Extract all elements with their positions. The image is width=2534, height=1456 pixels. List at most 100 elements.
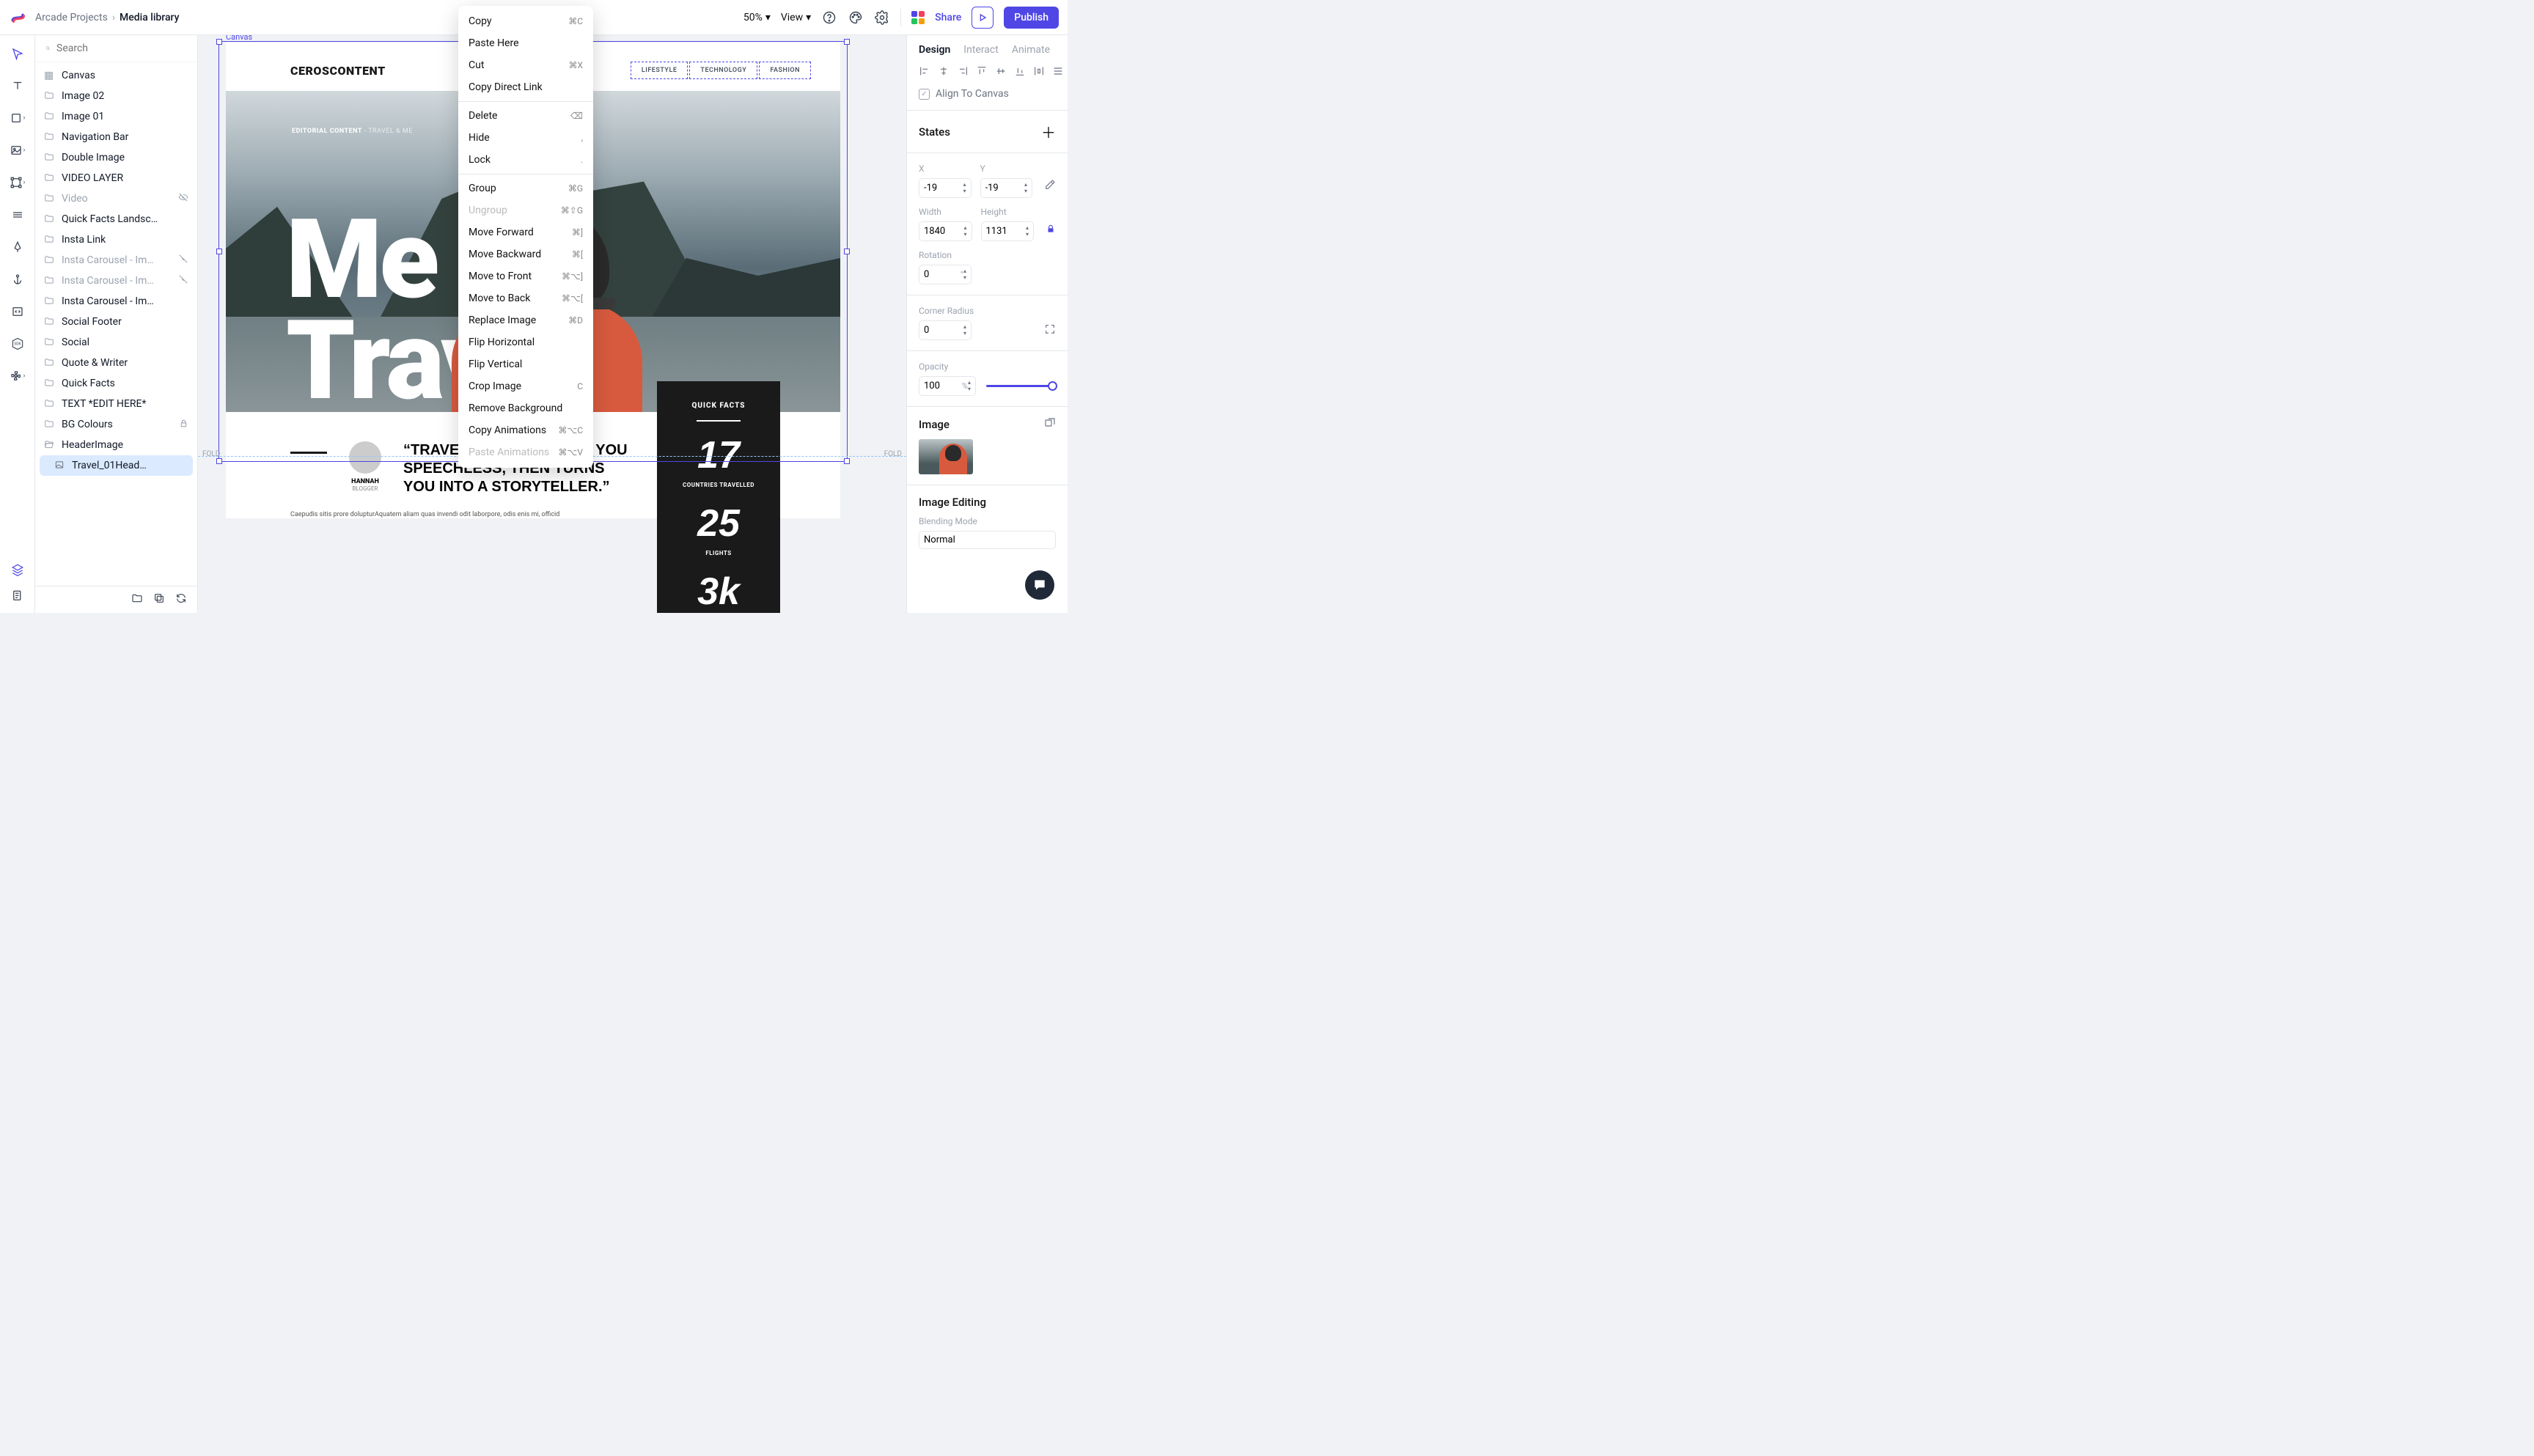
- share-button[interactable]: Share: [935, 12, 961, 23]
- breadcrumb-parent[interactable]: Arcade Projects: [35, 12, 108, 23]
- layers-panel-icon[interactable]: [10, 562, 26, 578]
- layer-item[interactable]: Insta Carousel - Im…: [35, 250, 197, 271]
- align-right-icon[interactable]: [957, 65, 969, 78]
- nav-pill[interactable]: FASHION: [759, 62, 811, 79]
- ctx-delete[interactable]: Delete⌫: [458, 105, 593, 127]
- ctx-crop[interactable]: Crop ImageC: [458, 375, 593, 397]
- layer-canvas[interactable]: ▦ Canvas: [35, 65, 197, 86]
- layer-item[interactable]: Navigation Bar: [35, 127, 197, 147]
- align-top-icon[interactable]: [976, 65, 988, 78]
- tab-interact[interactable]: Interact: [963, 44, 999, 56]
- anchor-tool-icon[interactable]: [10, 271, 26, 287]
- view-dropdown[interactable]: View▾: [781, 12, 811, 23]
- sync-icon[interactable]: [175, 592, 187, 607]
- y-input[interactable]: ▴▾: [980, 178, 1033, 198]
- ctx-group[interactable]: Group⌘G: [458, 177, 593, 199]
- hidden-icon[interactable]: [178, 274, 188, 287]
- text-tool-icon[interactable]: [10, 78, 26, 94]
- ctx-flip-h[interactable]: Flip Horizontal: [458, 331, 593, 353]
- help-icon[interactable]: [821, 10, 837, 26]
- apps-icon[interactable]: [911, 11, 925, 24]
- layer-item[interactable]: Quote & Writer: [35, 353, 197, 373]
- shape-tool-icon[interactable]: ›: [10, 110, 26, 126]
- palette-icon[interactable]: [848, 10, 864, 26]
- ctx-flip-v[interactable]: Flip Vertical: [458, 353, 593, 375]
- layer-item[interactable]: TEXT *EDIT HERE*: [35, 394, 197, 414]
- layer-item[interactable]: BG Colours: [35, 414, 197, 435]
- image-thumbnail[interactable]: [919, 439, 973, 474]
- ctx-copy-link[interactable]: Copy Direct Link: [458, 76, 593, 98]
- ctx-move-backward[interactable]: Move Backward⌘[: [458, 243, 593, 265]
- image-tool-icon[interactable]: ›: [10, 142, 26, 158]
- distribute-v-icon[interactable]: [1052, 65, 1064, 78]
- ctx-cut[interactable]: Cut⌘X: [458, 54, 593, 76]
- ctx-replace-image[interactable]: Replace Image⌘D: [458, 309, 593, 331]
- layer-item[interactable]: Insta Carousel - Im…: [35, 291, 197, 312]
- chat-bubble-icon[interactable]: [1025, 570, 1054, 600]
- breadcrumb-current[interactable]: Media library: [120, 12, 179, 23]
- opacity-slider[interactable]: [983, 378, 1056, 394]
- eyedropper-icon[interactable]: [1044, 179, 1056, 194]
- ctx-lock[interactable]: Lock.: [458, 149, 593, 171]
- sdk-tool-icon[interactable]: SDK: [10, 336, 26, 352]
- layer-item-selected[interactable]: Travel_01Head…: [40, 455, 193, 476]
- opacity-input[interactable]: %▴▾: [919, 376, 976, 396]
- layer-item[interactable]: Double Image: [35, 147, 197, 168]
- hidden-icon[interactable]: [178, 192, 188, 205]
- rotation-input[interactable]: °▴▾: [919, 265, 972, 284]
- zoom-control[interactable]: 50%▾: [743, 12, 771, 23]
- layer-item[interactable]: VIDEO LAYER: [35, 168, 197, 188]
- ctx-move-front[interactable]: Move to Front⌘⌥]: [458, 265, 593, 287]
- lines-tool-icon[interactable]: [10, 207, 26, 223]
- layer-item[interactable]: Quick Facts Landsc…: [35, 209, 197, 229]
- align-bottom-icon[interactable]: [1014, 65, 1026, 78]
- search-input[interactable]: [56, 43, 187, 54]
- tab-animate[interactable]: Animate: [1012, 44, 1050, 56]
- tab-design[interactable]: Design: [919, 44, 950, 56]
- ctx-paste-here[interactable]: Paste Here: [458, 32, 593, 54]
- preview-button[interactable]: [972, 7, 994, 29]
- hidden-icon[interactable]: [178, 254, 188, 267]
- height-input[interactable]: ▴▾: [981, 221, 1035, 241]
- ctx-move-forward[interactable]: Move Forward⌘]: [458, 221, 593, 243]
- ctx-hide[interactable]: Hide,: [458, 127, 593, 149]
- add-state-icon[interactable]: ＋: [1041, 121, 1056, 142]
- ctx-copy-animations[interactable]: Copy Animations⌘⌥C: [458, 419, 593, 441]
- ctx-move-back[interactable]: Move to Back⌘⌥[: [458, 287, 593, 309]
- layer-item[interactable]: Video: [35, 188, 197, 209]
- layer-item[interactable]: Social Footer: [35, 312, 197, 332]
- plugins-tool-icon[interactable]: ›: [10, 368, 26, 384]
- lock-icon[interactable]: [179, 419, 188, 431]
- blend-mode-select[interactable]: Normal: [919, 531, 1056, 549]
- layer-item[interactable]: Quick Facts: [35, 373, 197, 394]
- path-tool-icon[interactable]: ›: [10, 174, 26, 191]
- x-input[interactable]: ▴▾: [919, 178, 972, 198]
- publish-button[interactable]: Publish: [1004, 7, 1059, 29]
- replace-image-icon[interactable]: [1044, 417, 1056, 432]
- layer-item[interactable]: Image 01: [35, 106, 197, 127]
- duplicate-icon[interactable]: [153, 592, 165, 607]
- pages-panel-icon[interactable]: [10, 588, 26, 604]
- align-center-v-icon[interactable]: [995, 65, 1007, 78]
- nav-pill[interactable]: TECHNOLOGY: [689, 62, 757, 79]
- layer-item[interactable]: Image 02: [35, 86, 197, 106]
- lock-aspect-icon[interactable]: [1046, 224, 1056, 237]
- width-input[interactable]: ▴▾: [919, 221, 972, 241]
- expand-corners-icon[interactable]: [1044, 323, 1056, 338]
- distribute-h-icon[interactable]: [1033, 65, 1045, 78]
- settings-icon[interactable]: [874, 10, 890, 26]
- layer-item[interactable]: Insta Carousel - Im…: [35, 271, 197, 291]
- pen-tool-icon[interactable]: [10, 239, 26, 255]
- layer-item[interactable]: Insta Link: [35, 229, 197, 250]
- ctx-remove-bg[interactable]: Remove Background: [458, 397, 593, 419]
- nav-pill[interactable]: LIFESTYLE: [631, 62, 688, 79]
- ctx-copy[interactable]: Copy⌘C: [458, 10, 593, 32]
- layer-item[interactable]: Social: [35, 332, 197, 353]
- align-to-canvas-row[interactable]: ✓ Align To Canvas: [907, 85, 1068, 110]
- checkbox-icon[interactable]: ✓: [919, 89, 930, 100]
- new-folder-icon[interactable]: [131, 592, 143, 607]
- align-center-h-icon[interactable]: [938, 65, 950, 78]
- select-tool-icon[interactable]: [10, 45, 26, 62]
- layer-item-open[interactable]: HeaderImage: [35, 435, 197, 455]
- corner-radius-input[interactable]: ▴▾: [919, 320, 972, 340]
